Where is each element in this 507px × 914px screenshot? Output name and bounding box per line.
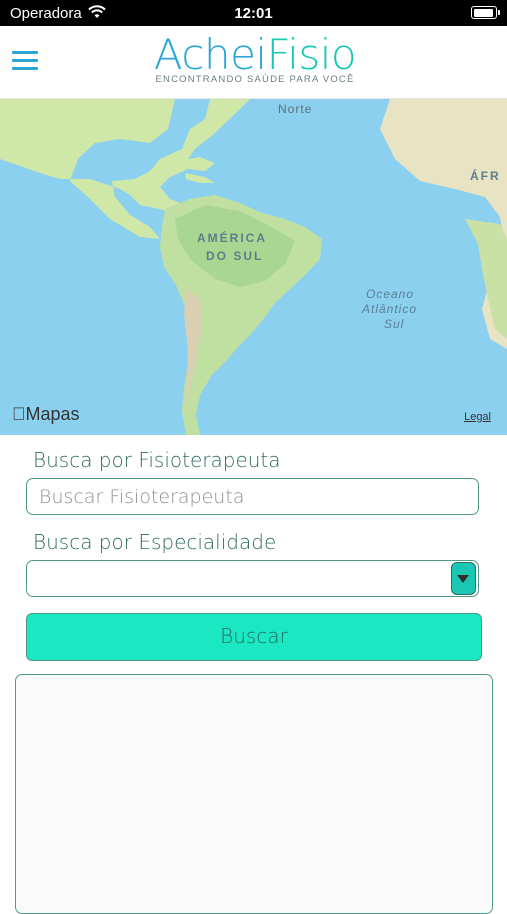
therapist-search-field[interactable] <box>26 478 479 515</box>
hamburger-icon[interactable] <box>12 51 38 73</box>
map-land <box>0 99 507 435</box>
map-label-ocean-3: Sul <box>384 317 405 331</box>
status-bar: Operadora 12:01 <box>0 0 507 26</box>
map-label-africa: ÁFR <box>470 169 501 183</box>
maps-attribution: Mapas <box>12 404 80 425</box>
map-label-ocean-1: Oceano <box>366 287 415 301</box>
results-panel <box>15 674 493 914</box>
map-label-ocean-2: Atlântico <box>362 302 418 316</box>
map-label-north: Norte <box>278 102 313 116</box>
specialty-label: Busca por Especialidade <box>33 530 277 554</box>
battery-icon <box>471 6 500 19</box>
maps-label: Mapas <box>12 404 80 424</box>
search-form: Busca por Fisioterapeuta Busca por Espec… <box>0 435 507 914</box>
specialty-select[interactable] <box>26 560 479 597</box>
map-label-continent-1: AMÉRICA <box>197 231 267 245</box>
map-view[interactable]: Norte AMÉRICA DO SUL ÁFR Oceano Atlântic… <box>0 99 507 435</box>
logo-tagline: ENCONTRANDO SAÚDE PARA VOCÊ <box>155 74 355 85</box>
logo-primary: Achei <box>153 30 267 79</box>
clock: 12:01 <box>234 5 273 22</box>
dropdown-arrow-icon[interactable] <box>451 562 476 595</box>
map-label-continent-2: DO SUL <box>206 249 264 263</box>
legal-link[interactable]: Legal <box>464 411 491 423</box>
app-logo: AcheiFisio ENCONTRANDO SAÚDE PARA VOCÊ <box>150 32 360 94</box>
logo-accent: Fisio <box>266 30 357 79</box>
apple-icon:  <box>12 404 26 424</box>
therapist-search-label: Busca por Fisioterapeuta <box>33 448 281 472</box>
app-header: AcheiFisio ENCONTRANDO SAÚDE PARA VOCÊ <box>0 26 507 99</box>
therapist-search-input[interactable] <box>27 479 478 514</box>
search-button[interactable]: Buscar <box>26 613 482 661</box>
